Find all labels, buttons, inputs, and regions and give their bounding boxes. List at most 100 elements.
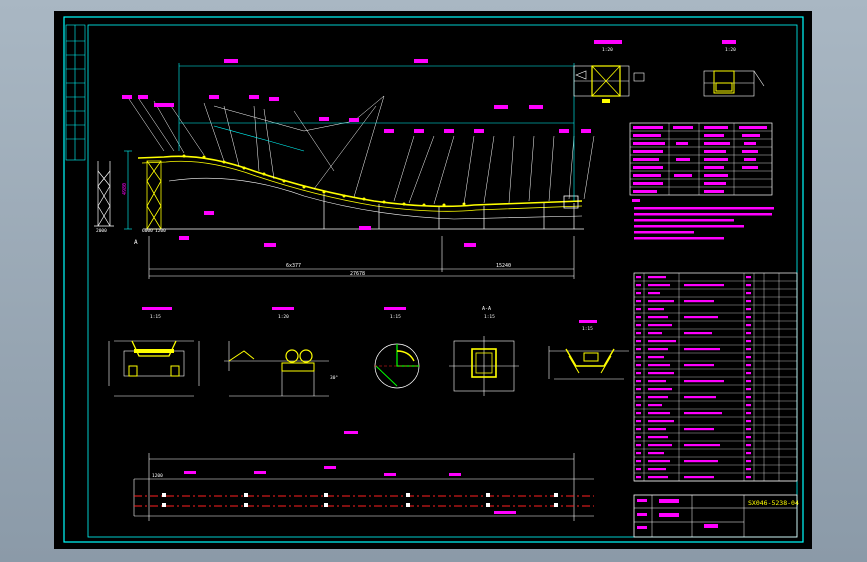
bom-cell [636,316,641,319]
detail-scale-3: 1:15 [390,314,401,320]
bom-cell [746,276,751,279]
right-segment-dim: 15240 [496,263,511,269]
bom-cell [746,332,751,335]
bill-of-materials [633,272,798,482]
bom-cell [648,300,674,303]
bom-cell [636,276,641,279]
base-left-dim: 6000 [142,228,153,234]
bom-cell [648,412,670,415]
bom-cell [648,420,674,423]
detail-views-row: 1:15 1:20 30° 1:15 A-A 1:15 1:15 [108,306,629,397]
bom-cell [684,476,714,479]
vertical-height-dim: 4980 [122,183,128,195]
bom-cell [636,396,641,399]
bom-cell [746,356,751,359]
bom-cell [648,468,666,471]
detail-return-idler: 1:20 30° [224,307,338,397]
bom-cell [648,276,666,279]
bom-cell [746,452,751,455]
bom-cell [648,348,668,351]
plan-left-dim: 1200 [152,473,163,479]
bom-cell [648,388,672,391]
bom-cell [746,420,751,423]
bom-cell [648,316,668,319]
bom-cell [636,436,641,439]
total-length-dim: 27678 [350,271,365,277]
bom-cell [746,372,751,375]
section-marker-a: A [134,239,138,246]
bom-cell [648,396,668,399]
technical-notes [632,199,774,240]
bom-cell [648,284,670,287]
bom-cell [636,404,641,407]
bom-cell [684,300,714,303]
bom-cell [636,476,641,479]
leader-lines [128,95,595,205]
drive-tower [146,160,162,230]
bom-cell [746,444,751,447]
binding-strip-table [65,24,86,161]
bom-cell [636,364,641,367]
title-block: SX046-5238-04 [633,480,799,538]
bom-cell [746,460,751,463]
bom-cell [684,460,718,463]
bom-cell [746,292,751,295]
left-height-dim: 2000 [96,228,107,234]
bom-cell [746,348,751,351]
bom-cell [636,284,641,287]
bom-cell [684,284,724,287]
bom-cell [636,356,641,359]
section-label-aa: A-A [482,306,491,312]
detail-scale-2: 1:20 [278,314,289,320]
detail-scale-1: 1:15 [150,314,161,320]
bom-cell [636,460,641,463]
bom-cell [648,372,674,375]
bom-cell [746,364,751,367]
bom-cell [636,332,641,335]
bom-cell [636,372,641,375]
top-detail-views: 1:20 1:20 [573,40,765,103]
bom-cell [648,332,662,335]
bom-cell [746,388,751,391]
bom-cell [746,380,751,383]
bom-cell [746,468,751,471]
bom-cell [636,428,641,431]
bom-cell [684,316,718,319]
top-right-scale: 1:20 [725,47,736,53]
bom-cell [746,412,751,415]
bom-cell [648,428,666,431]
bom-cell [684,364,714,367]
detail-pulley: 1:15 [374,307,420,389]
bom-cell [746,324,751,327]
bom-cell [684,380,724,383]
detail-scale-4: 1:15 [484,314,495,320]
cad-drawing: 4980 2000 6000 1200 A 6x377 15240 27678 … [63,16,804,543]
bom-cell [684,412,722,415]
detail-angle: 30° [330,375,338,381]
bom-cell [746,340,751,343]
bom-cell [746,476,751,479]
drawing-sheet: 4980 2000 6000 1200 A 6x377 15240 27678 … [54,11,812,549]
left-support-tower [94,161,114,227]
frame-rail [168,177,583,220]
bom-cell [648,452,664,455]
bom-cell [636,412,641,415]
bom-cell [648,444,672,447]
bom-cell [636,324,641,327]
bom-cell [684,444,720,447]
bom-cell [746,300,751,303]
bom-cell [684,348,720,351]
bom-cell [636,420,641,423]
bom-cell [684,428,714,431]
bom-cell [684,396,716,399]
bom-cell [636,292,641,295]
bom-cell [636,308,641,311]
elevation-view: 4980 2000 6000 1200 A 6x377 15240 27678 [94,59,595,279]
left-segment-dim: 6x377 [286,263,301,269]
dimension-tags [122,59,591,247]
base-left2-dim: 1200 [155,228,166,234]
bom-cell [636,468,641,471]
bom-cell [746,404,751,407]
bom-cell [636,340,641,343]
bom-cell [684,332,712,335]
